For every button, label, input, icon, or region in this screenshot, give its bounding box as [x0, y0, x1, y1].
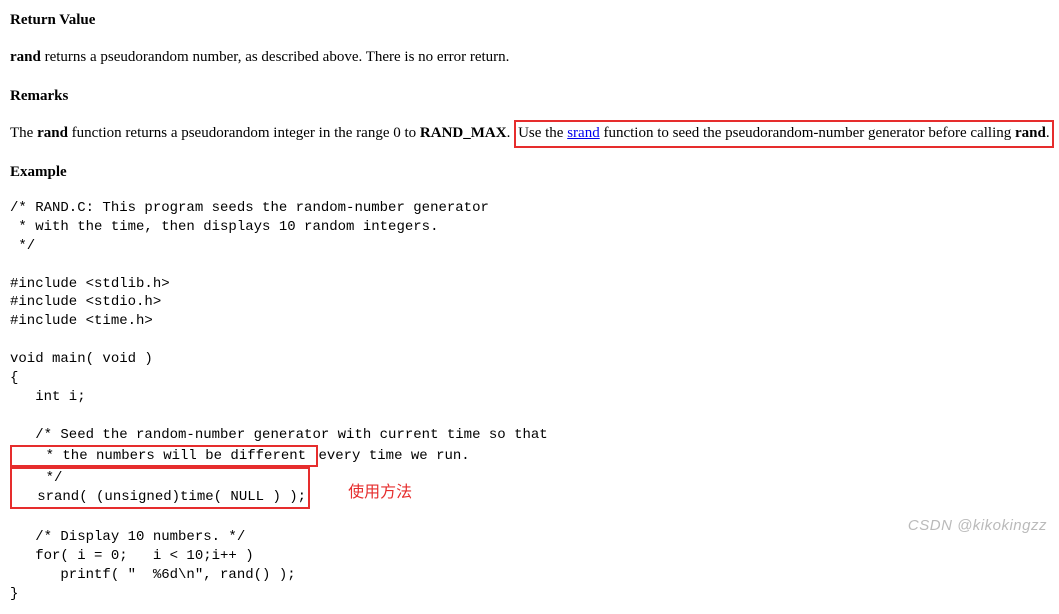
code-line: for( i = 0; i < 10;i++ ) — [10, 548, 254, 564]
rand-keyword-2: rand — [37, 125, 68, 141]
rand-keyword-3: rand — [1015, 125, 1046, 141]
rand-keyword: rand — [10, 49, 41, 65]
remarks-text-2: function returns a pseudorandom integer … — [68, 125, 420, 141]
code-line: } — [10, 586, 18, 602]
usage-annotation: 使用方法 — [348, 482, 412, 504]
code-line: { — [10, 370, 18, 386]
code-line: /* Seed the random-number generator with… — [10, 427, 548, 443]
code-line: * with the time, then displays 10 random… — [10, 219, 438, 235]
code-line: #include <time.h> — [10, 313, 153, 329]
example-heading: Example — [10, 162, 1049, 183]
code-line: #include <stdlib.h> — [10, 276, 170, 292]
code-line: srand( (unsigned)time( NULL ) ); — [12, 489, 306, 505]
return-value-para: rand returns a pseudorandom number, as d… — [10, 47, 1049, 68]
remarks-para: The rand function returns a pseudorandom… — [10, 123, 1049, 144]
srand-highlight-box: Use the srand function to seed the pseud… — [514, 120, 1054, 148]
srand-code-highlight: */ srand( (unsigned)time( NULL ) ); — [10, 467, 310, 509]
code-line: */ — [12, 470, 62, 486]
box-mid: function to seed the pseudorandom-number… — [600, 125, 1015, 141]
srand-link[interactable]: srand — [567, 125, 600, 141]
code-line: /* RAND.C: This program seeds the random… — [10, 200, 489, 216]
code-line: every time we run. — [318, 448, 469, 464]
return-value-text: returns a pseudorandom number, as descri… — [41, 49, 510, 65]
code-line: */ — [10, 238, 35, 254]
box-end: . — [1046, 125, 1050, 141]
code-line: int i; — [10, 389, 86, 405]
remarks-text-3: . — [507, 125, 515, 141]
code-line: void main( void ) — [10, 351, 153, 367]
code-block: /* RAND.C: This program seeds the random… — [10, 199, 1049, 604]
srand-code-highlight: * the numbers will be different — [10, 445, 318, 468]
return-value-heading: Return Value — [10, 10, 1049, 31]
code-line: /* Display 10 numbers. */ — [10, 529, 245, 545]
box-pre: Use the — [518, 125, 567, 141]
code-line: * the numbers will be different — [12, 448, 314, 464]
remarks-text-1: The — [10, 125, 37, 141]
remarks-heading: Remarks — [10, 86, 1049, 107]
code-line: printf( " %6d\n", rand() ); — [10, 567, 296, 583]
code-line: #include <stdio.h> — [10, 294, 161, 310]
rand-max-keyword: RAND_MAX — [420, 125, 507, 141]
